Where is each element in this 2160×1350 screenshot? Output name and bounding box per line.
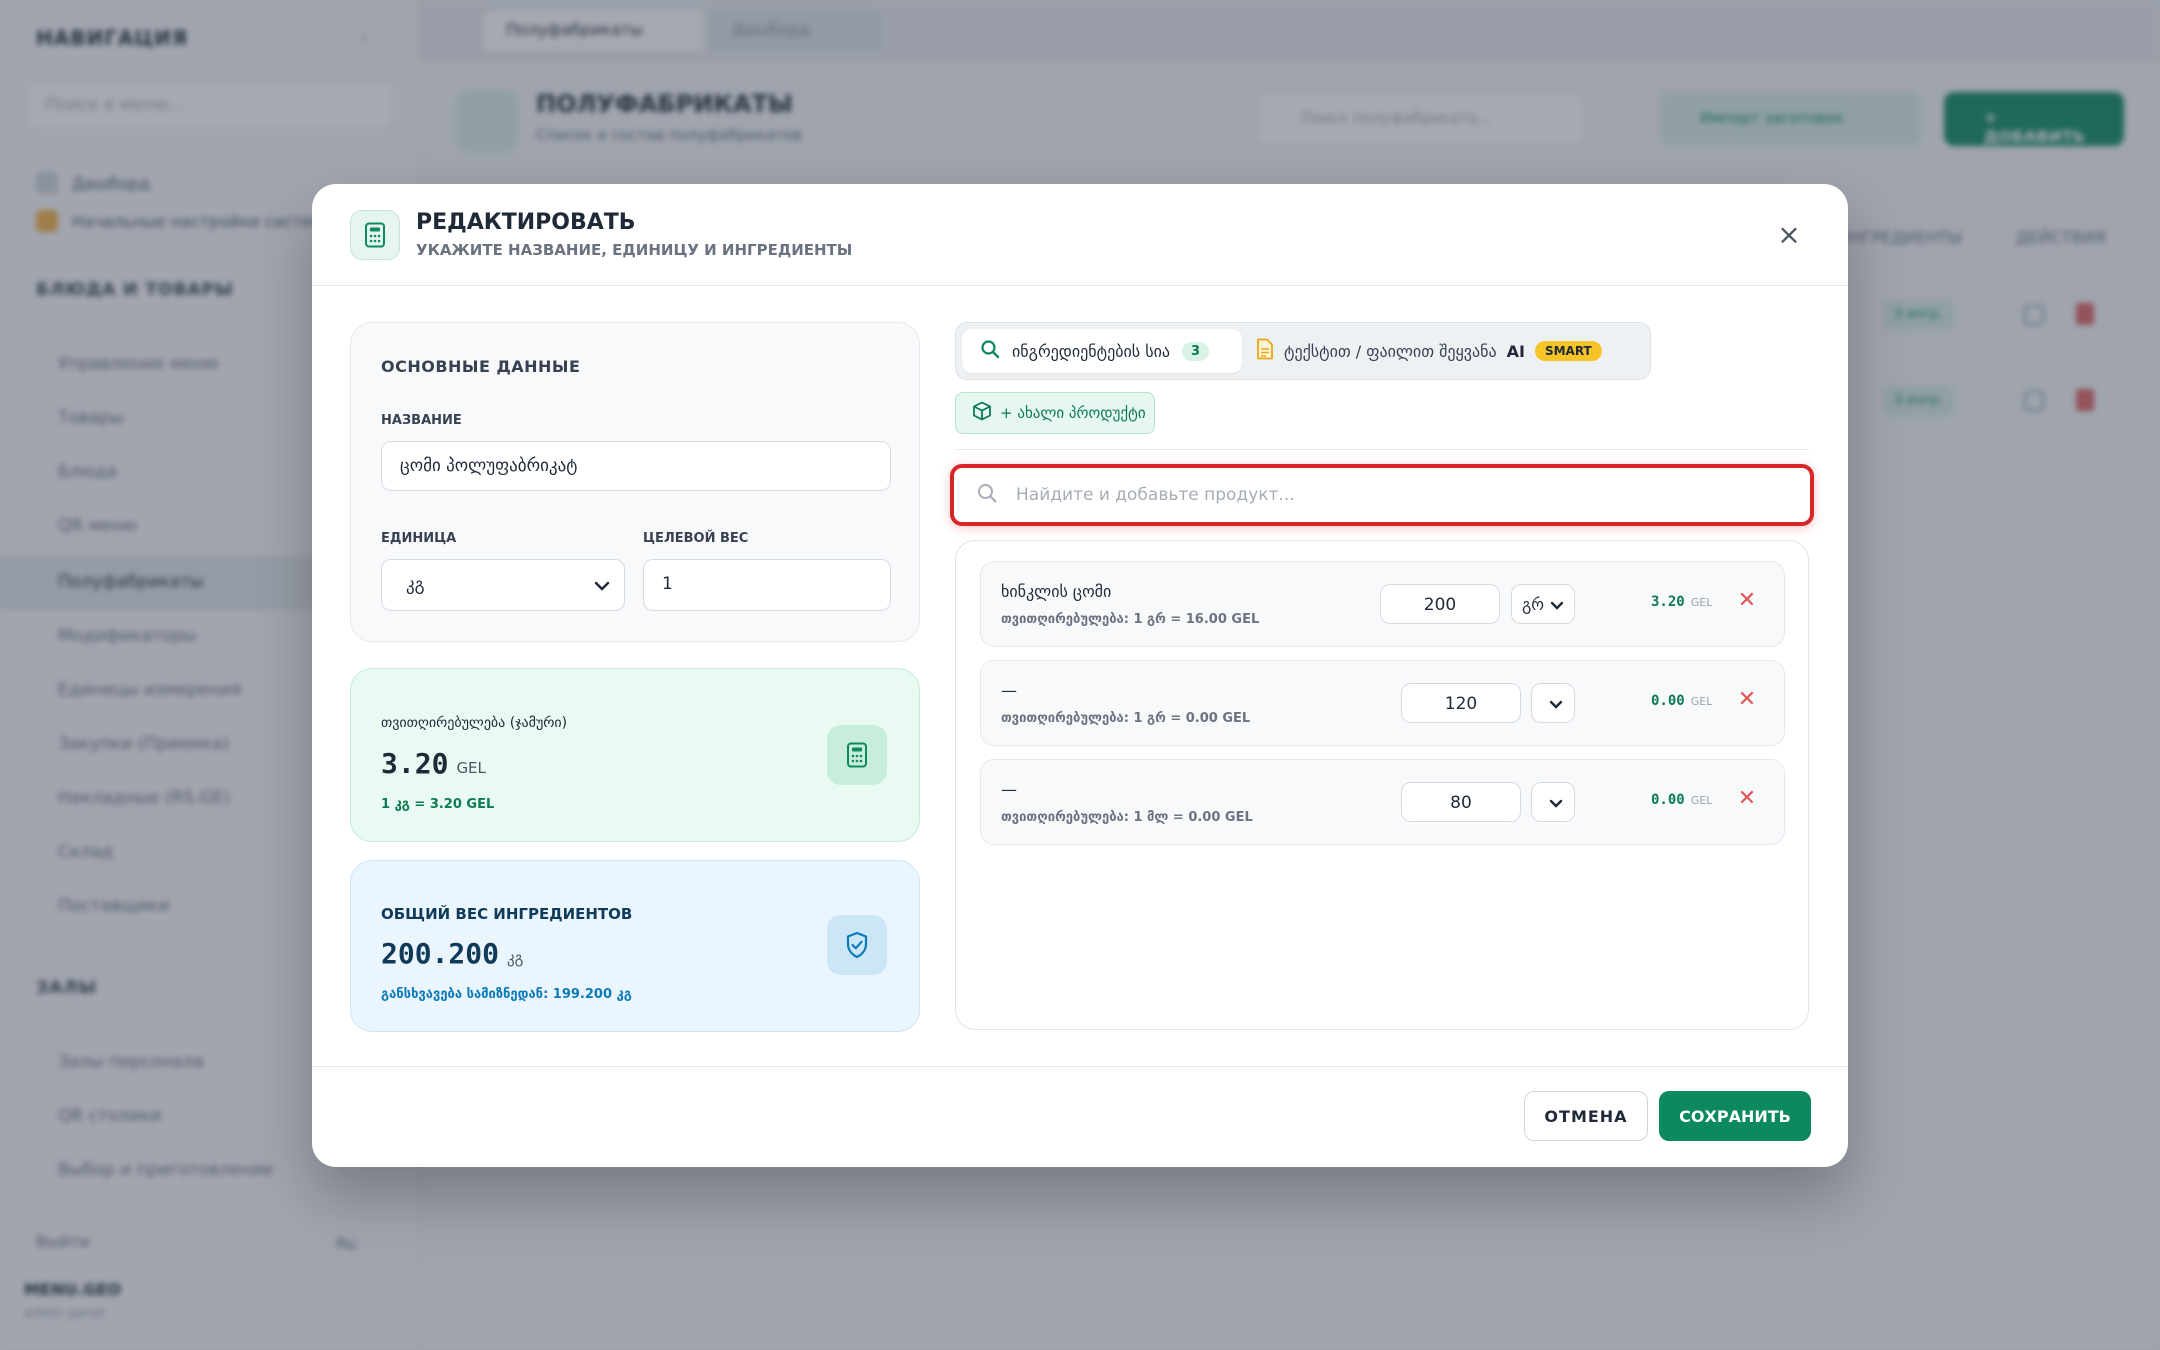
calculator-icon <box>350 210 400 260</box>
remove-ingredient-icon[interactable]: ✕ <box>1735 788 1759 812</box>
basic-data-title: ОСНОВНЫЕ ДАННЫЕ <box>381 357 581 376</box>
modal-footer: ОТМЕНА СОХРАНИТЬ <box>312 1066 1848 1167</box>
weight-summary-card: ОБЩИЙ ВЕС ИНГРЕДИЕНТОВ 200.200 კგ განსხვა… <box>350 860 920 1032</box>
modal-header: РЕДАКТИРОВАТЬ УКАЖИТЕ НАЗВАНИЕ, ЕДИНИЦУ … <box>312 184 1848 286</box>
ingredient-row: ხინკლის ცომი თვითღირებულება: 1 გრ = 16.0… <box>980 561 1785 647</box>
edit-modal: РЕДАКТИРОВАТЬ УКАЖИТЕ НАЗВАНИЕ, ЕДИНИЦУ … <box>312 184 1848 1167</box>
unit-label: ЕДИНИЦА <box>381 531 457 546</box>
name-label: НАЗВАНИЕ <box>381 413 462 428</box>
tab-ingredient-list-label: ინგრედიენტების სია <box>1012 341 1171 361</box>
box-icon <box>972 401 992 425</box>
ingredient-name: — <box>1001 681 1017 700</box>
weight-label: ОБЩИЙ ВЕС ИНГРЕДИЕНТОВ <box>381 905 633 923</box>
remove-ingredient-icon[interactable]: ✕ <box>1735 590 1759 614</box>
ingredient-mode-tabs: ინგრედიენტების სია 3 ტექსტით / ფაილით შე… <box>955 322 1651 380</box>
cost-value: 3.20 GEL <box>381 747 486 780</box>
cancel-button[interactable]: ОТМЕНА <box>1524 1091 1648 1141</box>
quantity-input[interactable]: 80 <box>1401 782 1521 822</box>
modal-subtitle: УКАЖИТЕ НАЗВАНИЕ, ЕДИНИЦУ И ИНГРЕДИЕНТЫ <box>416 241 853 259</box>
tab-ingredient-list[interactable]: ინგრედიენტების სია 3 <box>962 329 1242 373</box>
tab-text-import[interactable]: ტექსტით / ფაილით შეყვანა AI SMART <box>1256 329 1602 373</box>
search-icon <box>980 339 1000 363</box>
unit-dropdown[interactable] <box>1531 683 1575 723</box>
cost-rate: 1 კგ = 3.20 GEL <box>381 797 495 812</box>
ingredient-row: — თვითღირებულება: 1 მლ = 0.00 GEL 80 0.0… <box>980 759 1785 845</box>
smart-badge: SMART <box>1534 341 1602 361</box>
quantity-input[interactable]: 200 <box>1380 584 1500 624</box>
cost-label: თვითღირებულება (ჯამური) <box>381 715 568 731</box>
close-icon[interactable]: × <box>1774 221 1804 252</box>
ingredient-count-badge: 3 <box>1182 341 1210 361</box>
ingredient-cost-line: თვითღირებულება: 1 მლ = 0.00 GEL <box>1001 810 1253 825</box>
ingredient-name: — <box>1001 780 1017 799</box>
chevron-down-icon <box>594 576 610 595</box>
ingredient-cost-line: თვითღირებულება: 1 გრ = 16.00 GEL <box>1001 612 1260 627</box>
chevron-down-icon <box>1549 793 1563 812</box>
unit-dropdown[interactable]: გრ <box>1511 584 1575 624</box>
name-field[interactable]: ცომი პოლუფაბრიკატ <box>381 441 891 491</box>
ingredient-list: ხინკლის ცომი თვითღირებულება: 1 გრ = 16.0… <box>955 540 1809 1030</box>
divider <box>955 449 1809 450</box>
ingredient-name: ხინკლის ცომი <box>1001 582 1112 601</box>
price-currency: GEL <box>1690 596 1713 609</box>
remove-ingredient-icon[interactable]: ✕ <box>1735 689 1759 713</box>
cost-summary-card: თვითღირებულება (ჯამური) 3.20 GEL 1 კგ = 3… <box>350 668 920 842</box>
unit-select[interactable]: კგ <box>381 559 625 611</box>
chevron-down-icon <box>1550 595 1564 614</box>
price-currency: GEL <box>1690 794 1713 807</box>
document-icon <box>1256 338 1274 364</box>
new-product-label: + ახალი პროდუქტი <box>1000 404 1146 422</box>
ai-label: AI <box>1506 341 1525 361</box>
weight-difference: განსხვავება სამიზნედან: 199.200 კგ <box>381 987 632 1002</box>
calculator-icon <box>827 725 887 785</box>
cost-currency: GEL <box>456 759 486 777</box>
modal-title: РЕДАКТИРОВАТЬ <box>416 210 636 235</box>
new-product-button[interactable]: + ახალი პროდუქტი <box>955 392 1155 434</box>
ingredient-cost-line: თვითღირებულება: 1 გრ = 0.00 GEL <box>1001 711 1251 726</box>
product-search-input[interactable] <box>1016 485 1776 505</box>
target-weight-field[interactable]: 1 <box>643 559 891 611</box>
save-button[interactable]: СОХРАНИТЬ <box>1659 1091 1811 1141</box>
unit-dropdown[interactable] <box>1531 782 1575 822</box>
ingredient-price: 0.00 GEL <box>1651 693 1713 709</box>
tab-text-import-label: ტექსტით / ფაილით შეყვანა <box>1284 341 1497 361</box>
basic-data-card: ОСНОВНЫЕ ДАННЫЕ НАЗВАНИЕ ცომი პოლუფაბრიკ… <box>350 322 920 642</box>
ingredient-row: — თვითღირებულება: 1 გრ = 0.00 GEL 120 0.… <box>980 660 1785 746</box>
ingredient-price: 0.00 GEL <box>1651 792 1713 808</box>
product-search-box[interactable] <box>950 464 1814 526</box>
quantity-input[interactable]: 120 <box>1401 683 1521 723</box>
weight-value: 200.200 კგ <box>381 937 524 970</box>
weight-unit: კგ <box>507 949 524 967</box>
ingredient-price: 3.20 GEL <box>1651 594 1713 610</box>
target-weight-label: ЦЕЛЕВОЙ ВЕС <box>643 531 749 546</box>
unit-select-value: კგ <box>406 575 425 595</box>
price-currency: GEL <box>1690 695 1713 708</box>
shield-check-icon <box>827 915 887 975</box>
chevron-down-icon <box>1549 694 1563 713</box>
search-icon <box>976 482 998 508</box>
unit-dropdown-value: გრ <box>1521 594 1545 614</box>
